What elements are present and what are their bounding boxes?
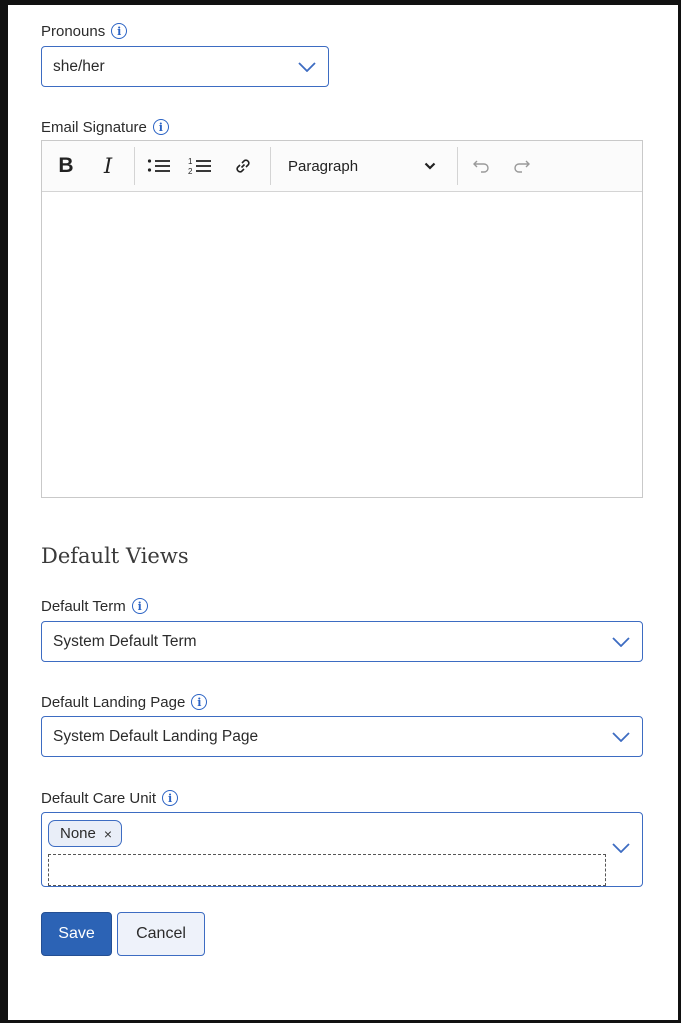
numbered-list-icon: 1 2 (188, 157, 211, 176)
section-heading: Default Views (41, 544, 189, 568)
default-landing-page-label: Default Landing Page i (41, 692, 208, 712)
pronouns-value: she/her (53, 57, 105, 75)
svg-text:1: 1 (188, 157, 193, 166)
default-care-unit-label: Default Care Unit i (41, 788, 179, 808)
info-icon[interactable]: i (131, 598, 148, 614)
chip-remove-icon[interactable]: × (104, 826, 112, 842)
cancel-button[interactable]: Cancel (117, 912, 205, 956)
editor-content-area[interactable] (42, 191, 642, 497)
email-signature-label-text: Email Signature (41, 118, 147, 136)
bulleted-list-icon (147, 159, 170, 172)
numbered-list-button[interactable]: 1 2 (184, 141, 216, 191)
block-format-dropdown[interactable]: Paragraph (282, 141, 442, 191)
chip-label: None (60, 825, 96, 842)
bold-button[interactable]: B (52, 141, 80, 191)
chevron-down-icon[interactable] (612, 843, 630, 853)
email-signature-editor: B I 1 2 Paragraph (41, 140, 643, 498)
save-button[interactable]: Save (41, 912, 112, 956)
default-term-value: System Default Term (53, 632, 197, 650)
pronouns-label: Pronouns i (41, 21, 128, 41)
default-landing-page-select[interactable]: System Default Landing Page (41, 716, 643, 757)
italic-button[interactable]: I (96, 141, 120, 191)
toolbar-divider (270, 147, 271, 185)
chevron-down-icon (298, 61, 316, 72)
pronouns-select[interactable]: she/her (41, 46, 329, 87)
info-icon[interactable]: i (191, 694, 208, 710)
link-button[interactable] (228, 141, 258, 191)
info-icon[interactable]: i (152, 119, 169, 135)
default-care-unit-label-text: Default Care Unit (41, 789, 157, 807)
editor-toolbar: B I 1 2 Paragraph (42, 141, 642, 192)
chevron-down-icon (612, 731, 630, 742)
svg-text:2: 2 (188, 167, 193, 176)
default-care-unit-multiselect[interactable]: None × (41, 812, 643, 887)
default-term-label-text: Default Term (41, 597, 126, 615)
selected-chip: None × (48, 820, 123, 847)
info-icon[interactable]: i (111, 23, 128, 39)
default-landing-page-value: System Default Landing Page (53, 727, 259, 745)
redo-button[interactable] (509, 141, 535, 191)
link-icon (236, 159, 250, 173)
default-landing-page-label-text: Default Landing Page (41, 693, 186, 711)
default-term-label: Default Term i (41, 596, 148, 616)
email-signature-label: Email Signature i (41, 117, 169, 137)
toolbar-divider (134, 147, 135, 185)
redo-icon (514, 160, 530, 173)
care-unit-search-input[interactable] (48, 854, 606, 886)
bulleted-list-button[interactable] (143, 141, 175, 191)
pronouns-label-text: Pronouns (41, 22, 106, 40)
block-format-value: Paragraph (288, 157, 359, 175)
toolbar-divider (457, 147, 458, 185)
default-term-select[interactable]: System Default Term (41, 621, 643, 662)
undo-icon (473, 160, 489, 173)
chevron-down-icon (612, 636, 630, 647)
chevron-down-icon (424, 162, 436, 170)
info-icon[interactable]: i (162, 790, 179, 806)
undo-button[interactable] (468, 141, 494, 191)
